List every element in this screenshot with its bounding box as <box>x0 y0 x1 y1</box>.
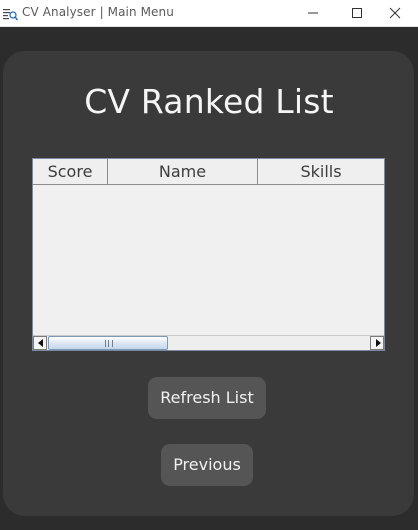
table-body[interactable] <box>33 185 384 335</box>
maximize-icon <box>352 8 362 18</box>
window-titlebar[interactable]: CV Analyser | Main Menu <box>0 0 418 27</box>
column-header-name[interactable]: Name <box>108 159 258 185</box>
arrow-left-icon <box>38 339 43 347</box>
cv-ranked-table[interactable]: Score Name Skills <box>32 158 385 351</box>
table-header: Score Name Skills <box>33 159 384 185</box>
window-title: CV Analyser | Main Menu <box>22 5 174 19</box>
previous-button[interactable]: Previous <box>161 444 253 486</box>
scroll-right-button[interactable] <box>370 336 384 350</box>
close-button[interactable] <box>372 0 418 27</box>
horizontal-scrollbar[interactable] <box>33 335 384 350</box>
close-icon <box>389 7 401 19</box>
minimize-button[interactable] <box>290 0 336 27</box>
arrow-right-icon <box>376 339 381 347</box>
grip-icon <box>105 340 113 347</box>
scroll-left-button[interactable] <box>33 336 47 350</box>
refresh-list-button[interactable]: Refresh List <box>148 377 266 419</box>
page-title: CV Ranked List <box>84 82 334 121</box>
column-header-score[interactable]: Score <box>33 159 108 185</box>
column-header-skills[interactable]: Skills <box>258 159 384 185</box>
scrollbar-thumb[interactable] <box>48 336 168 350</box>
minimize-icon <box>308 12 318 14</box>
document-magnifier-icon <box>3 6 19 21</box>
